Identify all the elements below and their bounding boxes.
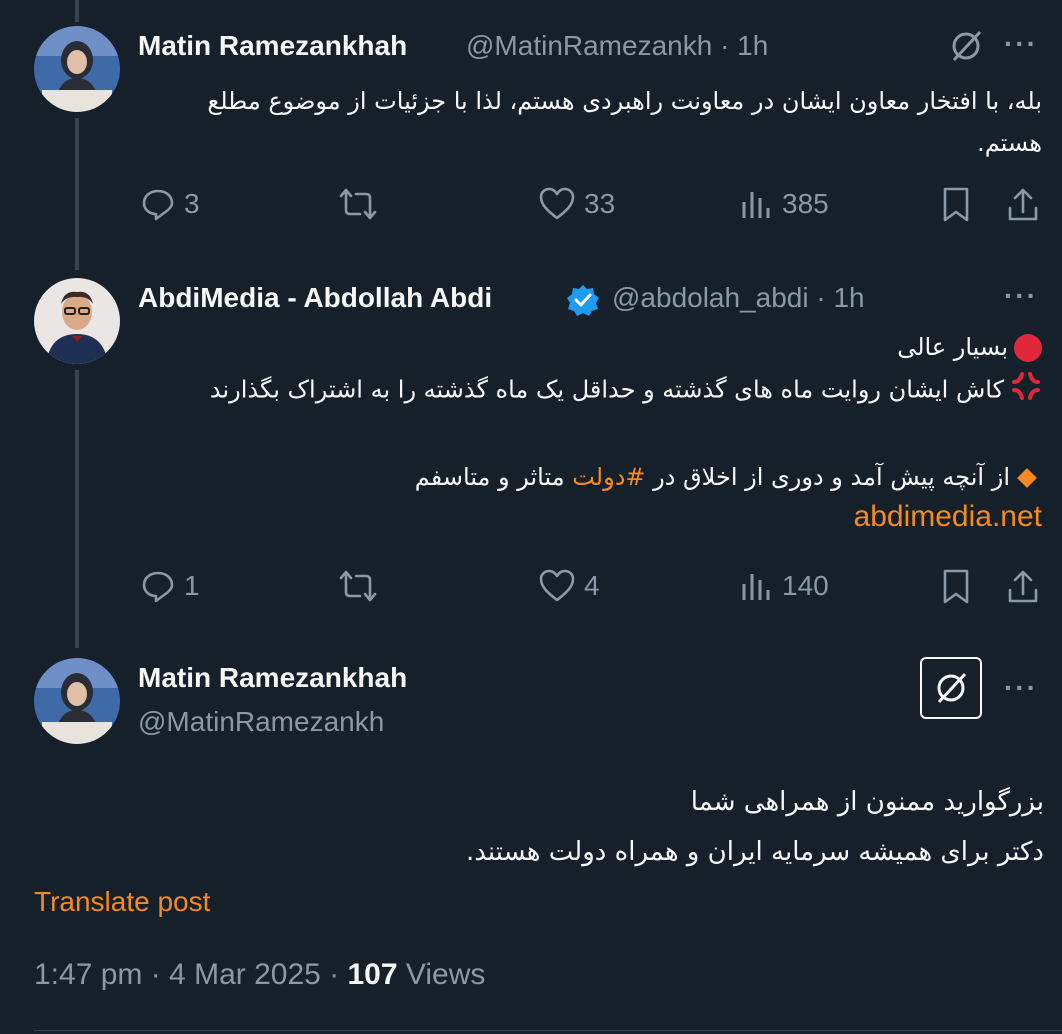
like-count: 33	[584, 188, 616, 219]
grok-button[interactable]	[920, 657, 982, 719]
more-options-icon[interactable]: ···	[1004, 672, 1038, 704]
bookmark-icon	[943, 187, 969, 222]
line1-text: بسیار عالی	[897, 333, 1008, 361]
views-count: 140	[782, 570, 829, 601]
author-handle[interactable]: @MatinRamezankh	[138, 706, 384, 738]
thread-line	[75, 370, 79, 648]
share-icon	[1008, 570, 1038, 603]
views-count: 385	[782, 188, 829, 219]
share-button[interactable]	[1006, 186, 1040, 224]
reply-button[interactable]: 3	[140, 186, 200, 222]
author-name[interactable]: Matin Ramezankhah	[138, 662, 407, 694]
post-text-line: از آنچه پیش آمد و دوری از اخلاق در #دولت…	[140, 460, 1042, 494]
reply-count: 3	[184, 188, 200, 219]
red-circle-icon	[1014, 334, 1042, 362]
line3-text-pre: از آنچه پیش آمد و دوری از اخلاق در	[645, 463, 1010, 491]
reply-icon	[142, 571, 174, 603]
repost-button[interactable]	[338, 568, 378, 604]
avatar[interactable]	[34, 26, 120, 112]
author-handle[interactable]: @abdolah_abdi · 1h	[612, 282, 865, 314]
views-label: Views	[397, 958, 486, 991]
repost-icon	[339, 188, 377, 220]
line2-text: کاش ایشان روایت ماه های گذشته و حداقل یک…	[209, 375, 1004, 404]
more-options-icon[interactable]: ···	[1004, 28, 1038, 60]
views-icon	[742, 574, 770, 600]
line3-text-post: متاثر و متاسفم	[414, 463, 573, 491]
hashtag-link[interactable]: #دولت	[572, 463, 645, 491]
views-icon	[742, 192, 770, 218]
avatar[interactable]	[34, 278, 120, 364]
orange-diamond-icon	[1017, 468, 1037, 488]
bookmark-icon	[943, 569, 969, 604]
reply-count: 1	[184, 570, 200, 601]
post-metadata: 1:47 pm · 4 Mar 2025 · 107 Views	[34, 958, 485, 992]
anger-symbol-icon	[1010, 370, 1042, 411]
divider	[34, 1030, 1062, 1031]
reply-button[interactable]: 1	[140, 568, 200, 604]
author-name[interactable]: AbdiMedia - Abdollah Abdi	[138, 282, 492, 314]
reply-icon	[142, 189, 174, 221]
heart-icon	[539, 187, 575, 220]
like-button[interactable]: 4	[538, 568, 600, 604]
heart-icon	[539, 569, 575, 602]
bookmark-button[interactable]	[940, 568, 972, 606]
share-icon	[1008, 188, 1038, 221]
views-count: 107	[347, 958, 398, 991]
repost-icon	[339, 570, 377, 602]
thread-line	[75, 0, 79, 22]
views-button[interactable]: 140	[740, 568, 829, 604]
verified-badge-icon	[566, 283, 600, 322]
like-count: 4	[584, 570, 600, 601]
post-text: بزرگوارید ممنون از همراهی شما	[690, 787, 1044, 817]
author-handle[interactable]: @MatinRamezankh · 1h	[466, 30, 768, 62]
like-button[interactable]: 33	[538, 186, 615, 222]
author-name[interactable]: Matin Ramezankhah	[138, 30, 407, 62]
thread-line	[75, 118, 79, 270]
post-text: بله، با افتخار معاون ایشان در معاونت راه…	[207, 87, 1042, 157]
views-button[interactable]: 385	[740, 186, 829, 222]
timestamp[interactable]: 1:47 pm · 4 Mar 2025 ·	[34, 958, 347, 991]
avatar[interactable]	[34, 658, 120, 744]
grok-icon	[937, 672, 967, 704]
bookmark-button[interactable]	[940, 186, 972, 224]
more-options-icon[interactable]: ···	[1004, 280, 1038, 312]
external-link[interactable]: abdimedia.net	[854, 500, 1042, 534]
post-text-line: کاش ایشان روایت ماه های گذشته و حداقل یک…	[140, 370, 1042, 411]
translate-post-link[interactable]: Translate post	[34, 886, 210, 918]
repost-button[interactable]	[338, 186, 378, 222]
post-text-line: بسیار عالی	[140, 330, 1042, 364]
grok-icon[interactable]	[948, 28, 984, 64]
share-button[interactable]	[1006, 568, 1040, 606]
post-text: دکتر برای همیشه سرمایه ایران و همراه دول…	[465, 837, 1044, 867]
